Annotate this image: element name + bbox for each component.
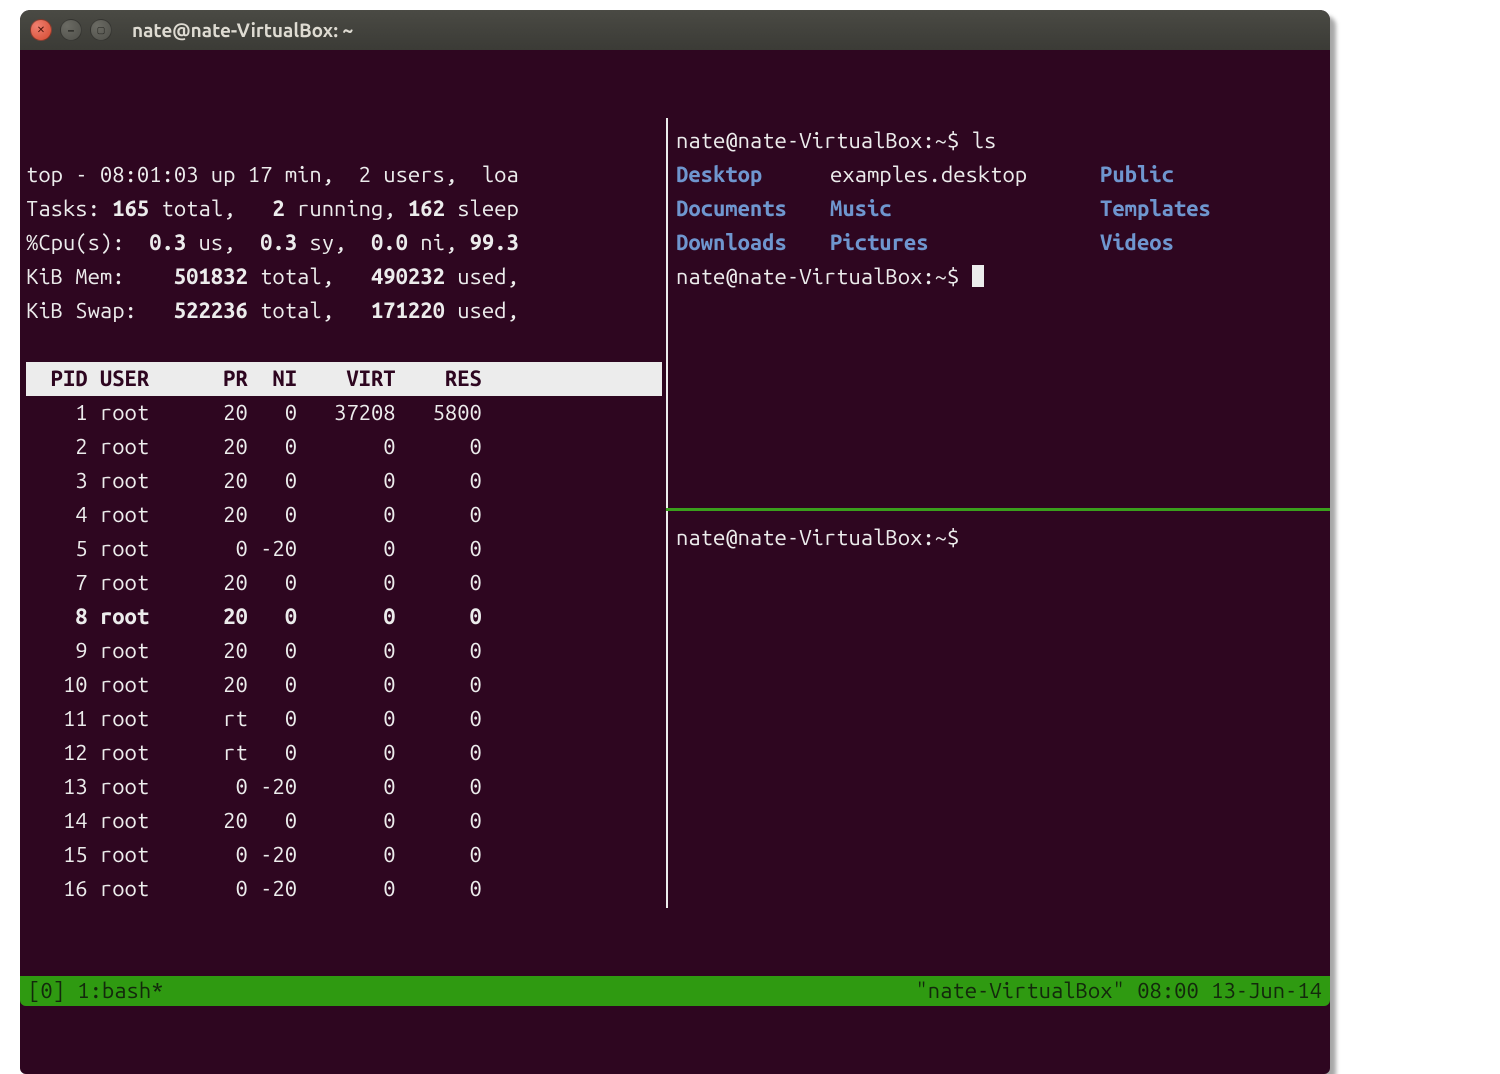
ls-entry: Documents <box>676 192 830 226</box>
shell-prompt: nate@nate-VirtualBox:~$ <box>676 264 972 289</box>
process-row: 10 root 20 0 0 0 <box>26 668 666 702</box>
process-row: 3 root 20 0 0 0 <box>26 464 666 498</box>
process-row: 4 root 20 0 0 0 <box>26 498 666 532</box>
tmux-pane-left[interactable]: top - 08:01:03 up 17 min, 2 users, loa T… <box>20 118 666 908</box>
process-row: 2 root 20 0 0 0 <box>26 430 666 464</box>
terminal-window: nate@nate-VirtualBox: ~ top - 08:01:03 u… <box>20 10 1330 1074</box>
process-row: 14 root 20 0 0 0 <box>26 804 666 838</box>
ls-output: DesktopDocumentsDownloadsexamples.deskto… <box>676 158 1330 260</box>
process-row: 7 root 20 0 0 0 <box>26 566 666 600</box>
minimize-icon[interactable] <box>60 19 82 41</box>
process-row: 9 root 20 0 0 0 <box>26 634 666 668</box>
ls-entry: Music <box>830 192 1100 226</box>
tmux-status-left: [0] 1:bash* <box>28 976 164 1006</box>
top-cpu-lbl: %Cpu(s): <box>26 230 149 255</box>
shell-prompt: nate@nate-VirtualBox:~$ <box>676 525 972 550</box>
ls-entry: examples.desktop <box>830 158 1100 192</box>
process-row: 8 root 20 0 0 0 <box>26 600 666 634</box>
process-row: 15 root 0 -20 0 0 <box>26 838 666 872</box>
ls-entry: Videos <box>1100 226 1254 260</box>
top-tasks-run: 2 <box>272 196 284 221</box>
top-line1: top - 08:01:03 up 17 min, 2 users, loa <box>26 162 519 187</box>
ls-entry: Templates <box>1100 192 1254 226</box>
top-tasks-total: 165 <box>112 196 149 221</box>
close-icon[interactable] <box>30 19 52 41</box>
top-tasks-sleep: 162 <box>408 196 445 221</box>
top-process-list: 1 root 20 0 37208 5800 2 root 20 0 0 0 3… <box>26 396 666 908</box>
ls-entry: Downloads <box>676 226 830 260</box>
terminal-body[interactable]: top - 08:01:03 up 17 min, 2 users, loa T… <box>20 50 1330 1074</box>
maximize-icon[interactable] <box>90 19 112 41</box>
top-tasks-lbl: Tasks: <box>26 196 112 221</box>
window-title: nate@nate-VirtualBox: ~ <box>132 19 353 41</box>
cursor-icon <box>972 265 984 287</box>
ls-entry: Public <box>1100 158 1254 192</box>
titlebar: nate@nate-VirtualBox: ~ <box>20 10 1330 50</box>
tmux-pane-top-right[interactable]: nate@nate-VirtualBox:~$ ls DesktopDocume… <box>666 118 1330 508</box>
tmux-status-right: "nate-VirtualBox" 08:00 13-Jun-14 <box>915 976 1322 1006</box>
shell-prompt: nate@nate-VirtualBox:~$ <box>676 128 972 153</box>
process-row: 12 root rt 0 0 0 <box>26 736 666 770</box>
tmux-pane-bottom-right[interactable]: nate@nate-VirtualBox:~$ <box>666 511 1330 908</box>
shell-command: ls <box>972 128 997 153</box>
tmux-status-bar: [0] 1:bash* "nate-VirtualBox" 08:00 13-J… <box>20 976 1330 1006</box>
top-mem-lbl: KiB Mem: <box>26 264 174 289</box>
top-swap-lbl: KiB Swap: <box>26 298 174 323</box>
ls-entry: Desktop <box>676 158 830 192</box>
process-row: 5 root 0 -20 0 0 <box>26 532 666 566</box>
top-header-row: PID USER PR NI VIRT RES <box>26 362 662 396</box>
process-row: 16 root 0 -20 0 0 <box>26 872 666 906</box>
process-row: 11 root rt 0 0 0 <box>26 702 666 736</box>
ls-entry: Pictures <box>830 226 1100 260</box>
process-row: 13 root 0 -20 0 0 <box>26 770 666 804</box>
process-row: 1 root 20 0 37208 5800 <box>26 396 666 430</box>
process-row: 17 root 0 -20 0 0 <box>26 906 666 908</box>
